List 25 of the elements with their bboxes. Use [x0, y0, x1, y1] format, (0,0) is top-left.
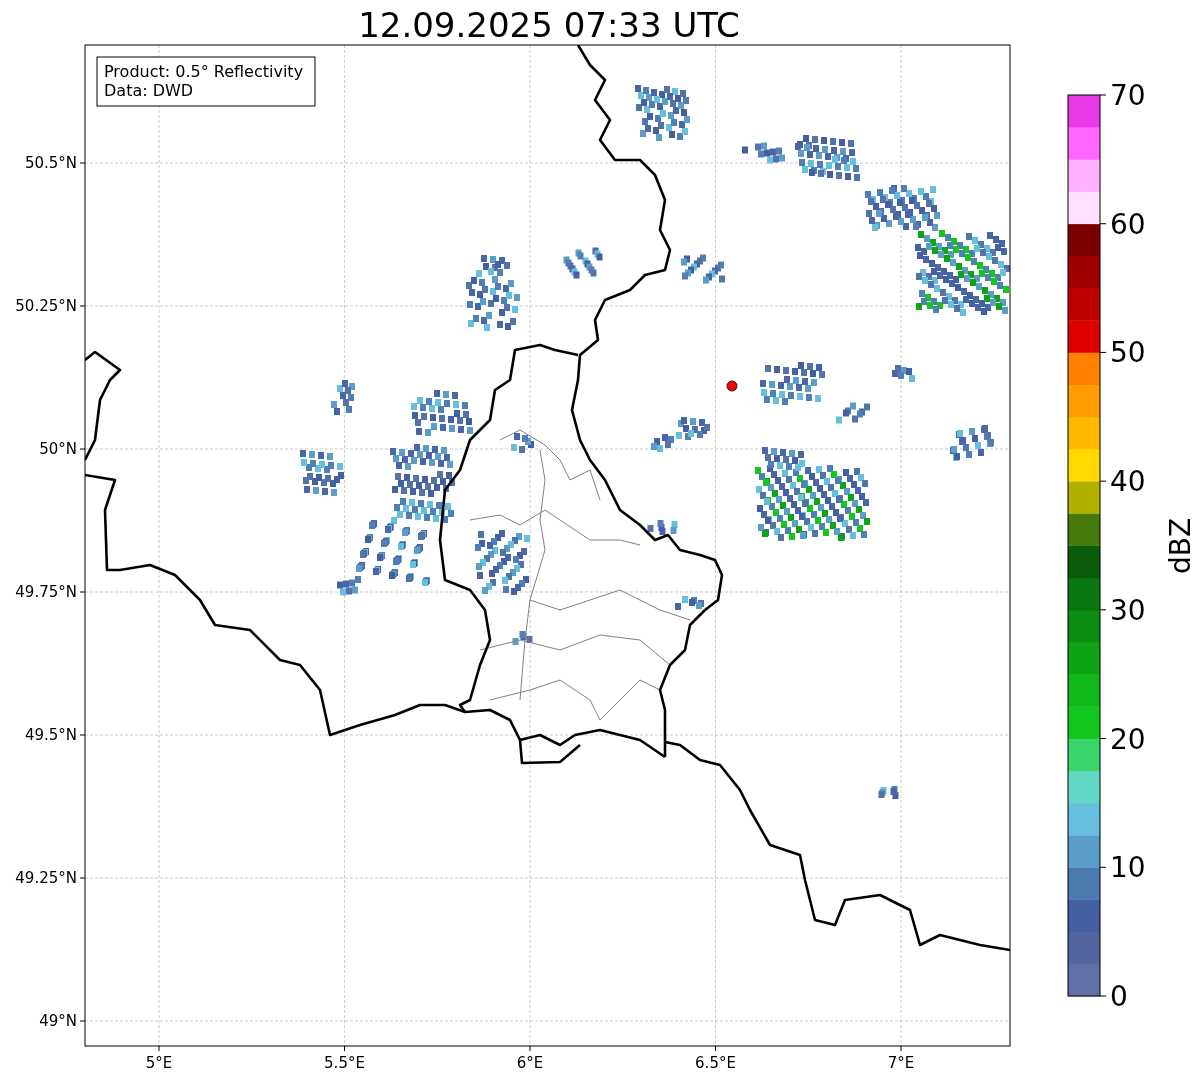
latitude-label: 49.5°N: [24, 726, 77, 744]
colorbar-tick-label: 30: [1110, 593, 1146, 627]
legend-text: Data: DWD: [104, 81, 194, 100]
colorbar-tick-label: 70: [1110, 79, 1146, 112]
longitude-label: 5°E: [145, 1054, 173, 1072]
colorbar-tick-label: 60: [1110, 207, 1146, 241]
latitude-label: 50.5°N: [24, 154, 77, 172]
longitude-label: 5.5°E: [324, 1054, 365, 1072]
radar-site-marker: [726, 380, 738, 392]
latitude-label: 50°N: [39, 440, 77, 458]
latitude-label: 50.25°N: [15, 297, 77, 315]
longitude-label: 6°E: [516, 1054, 544, 1072]
latitude-label: 49.25°N: [15, 869, 77, 887]
colorbar-tick-label: 50: [1110, 336, 1146, 370]
legend-text: Product: 0.5° Reflectivity: [104, 62, 304, 81]
latitude-label: 49°N: [39, 1012, 77, 1030]
colorbar-tick-label: 40: [1110, 465, 1146, 499]
latitude-label: 49.75°N: [15, 583, 77, 601]
longitude-label: 6.5°E: [695, 1054, 736, 1072]
longitude-label: 7°E: [887, 1054, 915, 1072]
colorbar-label: dBZ: [1164, 517, 1197, 575]
chart-title: 12.09.2025 07:33 UTC: [358, 5, 740, 45]
colorbar-tick-label: 10: [1110, 851, 1146, 885]
colorbar-tick-label: 0: [1110, 980, 1128, 1013]
colorbar-tick-label: 20: [1110, 722, 1146, 756]
